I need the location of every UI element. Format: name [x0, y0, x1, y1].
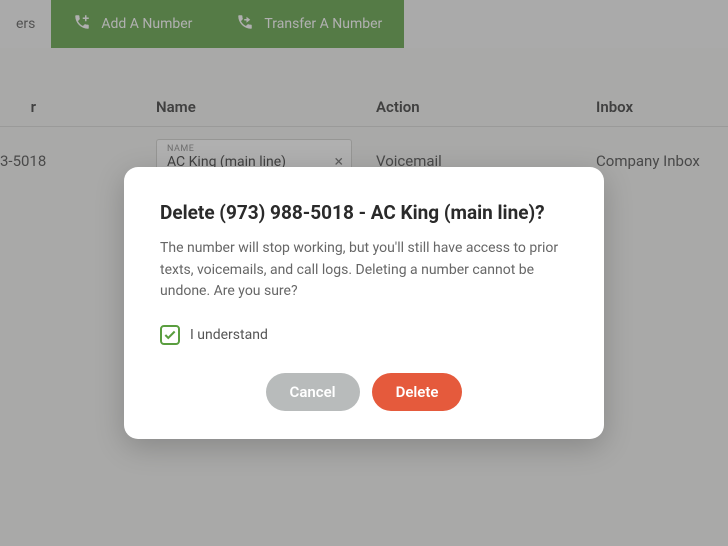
check-icon — [163, 328, 177, 342]
modal-overlay[interactable]: Delete (973) 988-5018 - AC King (main li… — [0, 0, 728, 546]
modal-title: Delete (973) 988-5018 - AC King (main li… — [160, 201, 568, 224]
modal-actions: Cancel Delete — [160, 373, 568, 411]
delete-confirmation-modal: Delete (973) 988-5018 - AC King (main li… — [124, 167, 604, 439]
understand-label: I understand — [190, 327, 268, 343]
modal-body-text: The number will stop working, but you'll… — [160, 238, 568, 303]
understand-checkbox[interactable] — [160, 325, 180, 345]
understand-checkbox-row[interactable]: I understand — [160, 325, 568, 345]
delete-button[interactable]: Delete — [372, 373, 463, 411]
cancel-button[interactable]: Cancel — [266, 373, 360, 411]
